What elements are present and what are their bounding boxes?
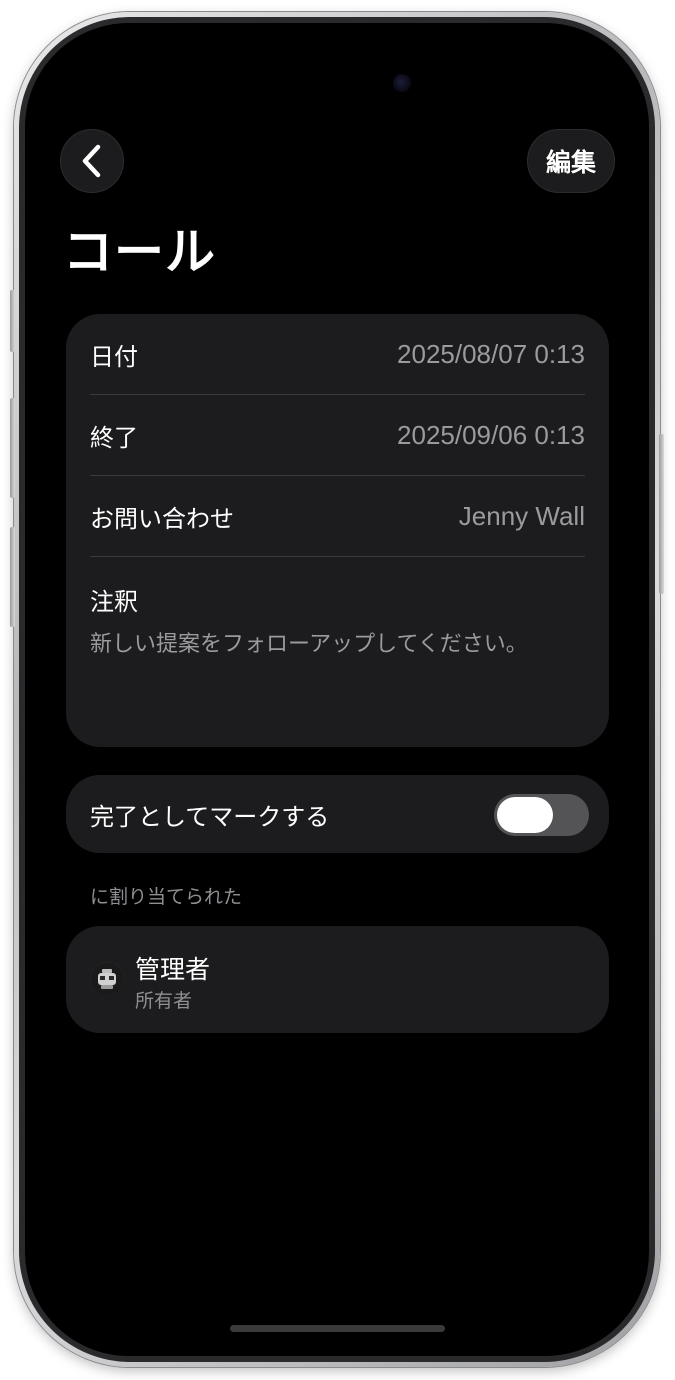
contact-row[interactable]: お問い合わせ Jenny Wall <box>90 476 585 556</box>
home-indicator[interactable] <box>230 1325 445 1332</box>
toggle-knob <box>497 797 553 833</box>
edit-button[interactable]: 編集 <box>527 129 615 193</box>
avatar-image <box>90 962 124 996</box>
notes-label: 注釈 <box>90 588 138 616</box>
front-camera <box>393 74 411 92</box>
volume-up-button <box>10 398 15 498</box>
mark-complete-label: 完了としてマークする <box>90 802 330 831</box>
mark-complete-row: 完了としてマークする <box>66 775 609 853</box>
page-title: コール <box>63 223 216 281</box>
mark-complete-toggle[interactable] <box>494 794 589 836</box>
assignee-name: 管理者 <box>135 955 211 984</box>
end-value: 2025/09/06 0:13 <box>397 419 585 450</box>
notes-text: 新しい提案をフォローアップしてください。 <box>90 632 528 657</box>
contact-label: お問い合わせ <box>90 504 234 533</box>
assigned-section-header: に割り当てられた <box>90 886 243 908</box>
contact-value: Jenny Wall <box>458 500 585 531</box>
details-card: 日付 2025/08/07 0:13 終了 2025/09/06 0:13 お問… <box>66 314 609 747</box>
avatar <box>90 962 124 996</box>
action-button <box>10 290 15 352</box>
back-button[interactable] <box>60 129 124 193</box>
divider <box>90 556 585 557</box>
chevron-left-icon <box>82 144 101 178</box>
volume-down-button <box>10 527 15 627</box>
assignee-role: 所有者 <box>135 990 193 1012</box>
end-row: 終了 2025/09/06 0:13 <box>90 395 585 475</box>
date-value: 2025/08/07 0:13 <box>397 338 585 369</box>
assignee-card[interactable]: 管理者 所有者 <box>66 926 609 1033</box>
end-label: 終了 <box>90 423 138 452</box>
date-label: 日付 <box>90 342 138 371</box>
power-button <box>659 434 664 594</box>
date-row: 日付 2025/08/07 0:13 <box>90 314 585 394</box>
